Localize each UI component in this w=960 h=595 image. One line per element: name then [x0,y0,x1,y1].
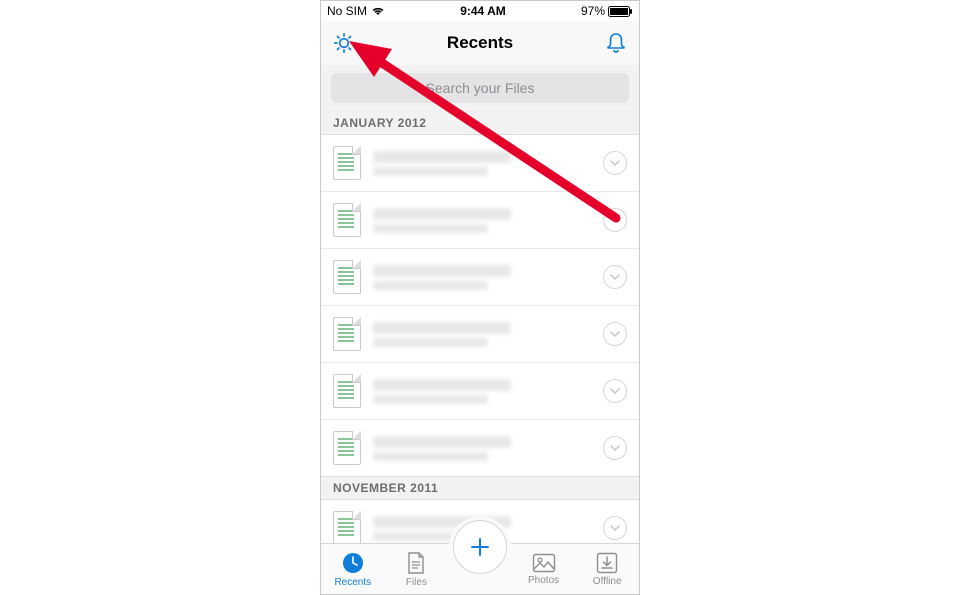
gear-icon [332,31,356,55]
bell-icon [605,31,627,55]
chevron-down-icon [610,158,620,168]
spreadsheet-icon [333,317,361,351]
file-name-redacted [373,322,511,334]
content-scroll[interactable]: Search your Files JANUARY 2012 NOVEMBER … [321,65,639,544]
spreadsheet-icon [333,260,361,294]
file-list [321,135,639,476]
section-header: NOVEMBER 2011 [321,476,639,500]
row-options-button[interactable] [603,436,627,460]
status-time: 9:44 AM [460,4,506,18]
chevron-down-icon [610,443,620,453]
row-options-button[interactable] [603,516,627,540]
tab-label: Files [406,577,427,588]
file-name-redacted [373,151,511,163]
file-meta-redacted [373,281,488,290]
file-name-redacted [373,379,511,391]
chevron-down-icon [610,523,620,533]
file-text [373,208,603,233]
nav-bar: Recents [321,21,639,66]
notifications-button[interactable] [603,30,629,56]
tab-label: Offline [593,576,622,587]
status-bar: No SIM 9:44 AM 97% [321,1,639,21]
wifi-icon [371,6,385,16]
file-meta-redacted [373,338,488,347]
chevron-down-icon [610,272,620,282]
row-options-button[interactable] [603,151,627,175]
file-meta-redacted [373,167,488,176]
search-input[interactable]: Search your Files [331,73,629,103]
file-name-redacted [373,436,511,448]
search-bar-wrap: Search your Files [321,65,639,112]
clock-icon [341,551,365,575]
section-header: JANUARY 2012 [321,112,639,135]
carrier-label: No SIM [327,4,367,18]
file-text [373,322,603,347]
tab-recents[interactable]: Recents [321,544,385,594]
file-row[interactable] [321,420,639,476]
spreadsheet-icon [333,146,361,180]
spreadsheet-icon [333,374,361,408]
tab-label: Recents [334,577,371,588]
file-meta-redacted [373,452,488,461]
row-options-button[interactable] [603,265,627,289]
file-meta-redacted [373,395,488,404]
file-icon [405,551,427,575]
battery-percent: 97% [581,4,605,18]
row-options-button[interactable] [603,208,627,232]
spreadsheet-icon [333,511,361,544]
add-button[interactable] [453,520,507,574]
tab-offline[interactable]: Offline [575,544,639,594]
chevron-down-icon [610,329,620,339]
chevron-down-icon [610,215,620,225]
tab-label: Photos [528,575,559,586]
file-row[interactable] [321,135,639,192]
file-text [373,265,603,290]
photos-icon [532,553,556,573]
file-meta-redacted [373,224,488,233]
row-options-button[interactable] [603,322,627,346]
phone-frame: No SIM 9:44 AM 97% [320,0,640,595]
battery-icon [608,6,633,17]
tab-files[interactable]: Files [385,544,449,594]
file-row[interactable] [321,192,639,249]
page-title: Recents [447,33,513,53]
file-row[interactable] [321,306,639,363]
file-text [373,151,603,176]
spreadsheet-icon [333,203,361,237]
file-text [373,379,603,404]
search-placeholder: Search your Files [426,80,535,96]
file-name-redacted [373,208,511,220]
tab-photos[interactable]: Photos [512,544,576,594]
download-icon [596,552,618,574]
settings-button[interactable] [331,30,357,56]
plus-icon [468,535,492,559]
file-text [373,436,603,461]
chevron-down-icon [610,386,620,396]
file-row[interactable] [321,363,639,420]
row-options-button[interactable] [603,379,627,403]
file-name-redacted [373,265,511,277]
file-row[interactable] [321,249,639,306]
spreadsheet-icon [333,431,361,465]
